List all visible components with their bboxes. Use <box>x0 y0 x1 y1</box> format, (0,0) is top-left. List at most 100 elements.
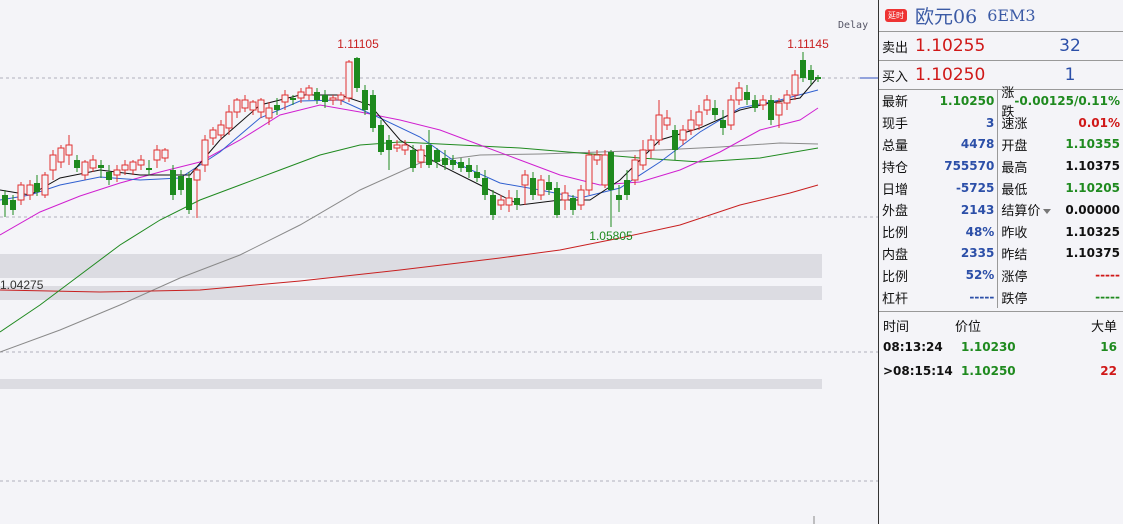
stat-value: 1.10375 <box>1065 246 1120 261</box>
kline-chart[interactable]: 1.11105 1.11145 1.05805 1.04275 Delay <box>0 0 878 524</box>
candle-body <box>521 174 529 186</box>
candle-body <box>337 94 345 101</box>
candle-body <box>106 172 112 180</box>
stat-row: 速涨 0.01% <box>998 112 1123 134</box>
tick-price: 1.10230 <box>961 339 1016 354</box>
candle-body <box>201 139 209 166</box>
stat-label: 总量 <box>882 138 909 154</box>
stat-value: ----- <box>969 290 995 305</box>
delay-badge: 延时 <box>885 9 907 22</box>
candle-body <box>370 95 376 128</box>
candle-body <box>703 99 711 111</box>
candle-body <box>608 152 614 190</box>
stat-label: 开盘 <box>1001 138 1028 154</box>
stat-label: 跌停 <box>1001 291 1028 307</box>
candle-body <box>41 174 49 196</box>
chevron-down-icon[interactable] <box>1043 209 1052 215</box>
candle-body <box>281 94 289 103</box>
candle-body <box>530 178 536 195</box>
level-annotation: 1.04275 <box>0 278 44 292</box>
candle-body <box>193 169 201 181</box>
candle-body <box>601 154 609 186</box>
stat-value: 3 <box>985 115 995 130</box>
candle-body <box>297 91 305 99</box>
price-band <box>0 254 822 278</box>
stat-value: 1.10375 <box>1065 159 1120 174</box>
candle-body <box>274 105 280 110</box>
candle-body <box>34 183 40 192</box>
candle-body <box>426 145 432 165</box>
stat-value: 4478 <box>960 137 995 152</box>
candle-body <box>744 92 750 100</box>
stat-label: 内盘 <box>882 247 909 263</box>
kline-svg[interactable]: 1.11105 1.11145 1.05805 1.04275 <box>0 0 878 524</box>
stat-value: ----- <box>1095 290 1120 305</box>
candle-body <box>241 99 249 109</box>
stats-grid: 最新 1.10250 现手 3 总量 4478 持仓 755570 日增 -5725 外盘 2143 比… <box>879 86 1123 312</box>
candle-body <box>672 130 678 150</box>
candle-body <box>639 149 647 166</box>
stat-value: 2143 <box>960 202 995 217</box>
candle-body <box>561 192 569 201</box>
tick-header-time: 时间 <box>883 319 910 335</box>
candle-body <box>153 149 161 161</box>
stat-value: ----- <box>1095 268 1120 283</box>
stat-row: 最高 1.10375 <box>998 155 1123 177</box>
candle-body <box>474 172 480 178</box>
candle-body <box>17 184 25 201</box>
candle-body <box>74 160 80 168</box>
candle-body <box>466 165 472 172</box>
stat-label[interactable]: 结算价 <box>1001 200 1052 219</box>
stat-label: 最高 <box>1001 160 1028 176</box>
candle-body <box>616 195 622 200</box>
stat-label: 持仓 <box>882 160 909 176</box>
ask-label: 卖出 <box>882 40 909 56</box>
candle-body <box>225 111 233 129</box>
candle-body <box>137 159 145 166</box>
tick-row: 08:13:24 1.10230 16 <box>879 335 1123 359</box>
candle-body <box>679 129 687 141</box>
stat-row: 涨停 ----- <box>998 264 1123 286</box>
tick-price: 1.10250 <box>961 363 1016 378</box>
stat-value: 52% <box>965 268 995 283</box>
candle-body <box>378 125 384 152</box>
tick-volume: 16 <box>1100 339 1117 354</box>
instrument-code: 6EM3 <box>987 6 1036 25</box>
candle-body <box>393 144 401 149</box>
candle-body <box>98 165 104 168</box>
candle-body <box>257 99 265 113</box>
stat-value: 1.10355 <box>1065 137 1120 152</box>
stat-value: -5725 <box>955 181 995 196</box>
stat-label: 涨停 <box>1001 269 1028 285</box>
stat-row: 昨收 1.10325 <box>998 221 1123 243</box>
stat-label: 杠杆 <box>882 291 909 307</box>
candle-body <box>624 180 630 195</box>
stat-value: 755570 <box>944 159 995 174</box>
instrument-name: 欧元06 <box>915 6 978 28</box>
candle-body <box>121 164 129 171</box>
candle-body <box>209 129 217 139</box>
stat-row: 持仓 755570 <box>879 155 997 177</box>
candle-body <box>514 198 520 205</box>
candle-body <box>81 161 89 176</box>
stat-row: 跌停 ----- <box>998 286 1123 308</box>
stat-label: 速涨 <box>1001 117 1028 133</box>
stat-label: 昨收 <box>1001 226 1028 242</box>
ma5-line <box>0 76 819 206</box>
stat-label: 日增 <box>882 182 909 198</box>
stat-label: 外盘 <box>882 204 909 220</box>
stat-value: 1.10250 <box>939 93 995 108</box>
candle-body <box>752 100 758 108</box>
candle-body <box>554 188 560 215</box>
stat-row: 外盘 2143 <box>879 199 997 221</box>
ask-volume: 32 <box>1059 36 1081 56</box>
candle-body <box>663 117 671 126</box>
quote-panel: 延时 欧元06 6EM3 卖出 1.10255 32 买入 1.10250 1 … <box>878 0 1123 524</box>
candle-body <box>815 77 821 79</box>
candle-body <box>401 144 409 151</box>
candle-body <box>113 169 121 176</box>
high-annotation-1: 1.11105 <box>337 37 379 51</box>
stat-row: 杠杆 ----- <box>879 286 997 308</box>
candle-body <box>647 139 655 151</box>
ask-price: 1.10255 <box>915 36 986 56</box>
